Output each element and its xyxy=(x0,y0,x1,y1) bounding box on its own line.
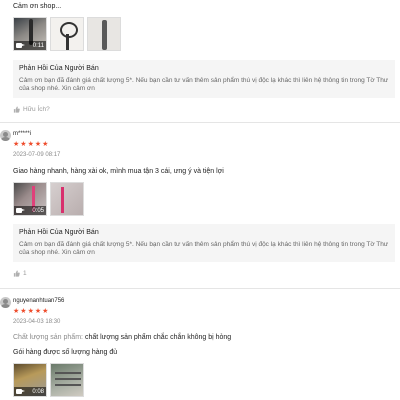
star-icon: ★ xyxy=(34,141,42,148)
review-attribute: Chất lượng sản phẩm: chất lượng sản phẩm… xyxy=(13,334,231,341)
thumbs-up-icon xyxy=(13,106,20,113)
seller-reply-title: Phản Hồi Của Người Bán xyxy=(19,229,99,236)
seller-reply: Phản Hồi Của Người Bán Cảm ơn bạn đã đán… xyxy=(13,60,395,98)
video-duration: 0:05 xyxy=(32,208,44,214)
review-comment: Gói hàng được số lượng hàng đủ xyxy=(13,349,118,356)
star-icon: ★ xyxy=(42,141,49,148)
star-icon: ★ xyxy=(13,141,20,148)
avatar[interactable] xyxy=(0,130,11,141)
review-image-thumbnail[interactable] xyxy=(50,363,84,397)
seller-reply: Phản Hồi Của Người Bán Cảm ơn bạn đã đán… xyxy=(13,224,395,262)
review-media-row: 0:08 xyxy=(13,363,84,397)
rating-stars: ★ ★ ★ ★ ★ xyxy=(13,141,48,148)
review-item: Cảm ơn shop... 0:11 Phản Hồi Của Người B… xyxy=(0,0,400,118)
review-timestamp: 2023-04-03 18:30 xyxy=(13,319,61,325)
review-divider xyxy=(0,122,400,123)
helpful-button[interactable]: Hữu Ích? xyxy=(13,106,50,113)
review-video-thumbnail[interactable]: 0:05 xyxy=(13,182,47,216)
review-item: m*****i ★ ★ ★ ★ ★ 2023-07-09 08:17 Giao … xyxy=(0,126,400,281)
star-icon: ★ xyxy=(20,308,27,315)
seller-reply-text: Cảm ơn bạn đã đánh giá chất lượng 5*. Nế… xyxy=(19,241,389,256)
avatar[interactable] xyxy=(0,297,11,308)
rating-stars: ★ ★ ★ ★ ★ xyxy=(13,308,48,315)
star-icon: ★ xyxy=(27,308,34,315)
review-username: m*****i xyxy=(13,131,32,137)
seller-reply-title: Phản Hồi Của Người Bán xyxy=(19,65,99,72)
review-comment: Cảm ơn shop... xyxy=(13,3,62,10)
review-username: nguyenanhtuan756 xyxy=(13,298,65,304)
attribute-value: chất lượng sản phẩm chắc chắn không bị h… xyxy=(84,334,232,341)
video-camera-icon xyxy=(16,389,25,394)
video-duration: 0:08 xyxy=(32,389,44,395)
review-image-thumbnail[interactable] xyxy=(50,17,84,51)
review-video-thumbnail[interactable]: 0:08 xyxy=(13,363,47,397)
review-image-thumbnail[interactable] xyxy=(87,17,121,51)
helpful-label: Hữu Ích? xyxy=(23,106,50,113)
video-duration: 0:11 xyxy=(32,43,44,49)
star-icon: ★ xyxy=(20,141,27,148)
helpful-button[interactable]: 1 xyxy=(13,270,27,277)
seller-reply-text: Cảm ơn bạn đã đánh giá chất lượng 5*. Nế… xyxy=(19,77,389,92)
review-media-row: 0:11 xyxy=(13,17,121,51)
helpful-count: 1 xyxy=(23,270,27,277)
review-divider xyxy=(0,288,400,289)
review-media-row: 0:05 xyxy=(13,182,84,216)
review-item: nguyenanhtuan756 ★ ★ ★ ★ ★ 2023-04-03 18… xyxy=(0,292,400,400)
review-video-thumbnail[interactable]: 0:11 xyxy=(13,17,47,51)
thumbs-up-icon xyxy=(13,270,20,277)
star-icon: ★ xyxy=(42,308,49,315)
review-timestamp: 2023-07-09 08:17 xyxy=(13,152,61,158)
review-image-thumbnail[interactable] xyxy=(50,182,84,216)
star-icon: ★ xyxy=(13,308,20,315)
video-camera-icon xyxy=(16,43,25,48)
star-icon: ★ xyxy=(34,308,42,315)
video-camera-icon xyxy=(16,208,25,213)
attribute-label: Chất lượng sản phẩm: xyxy=(13,334,83,341)
review-comment: Giao hàng nhanh, hàng xài ok, mình mua t… xyxy=(13,168,224,175)
star-icon: ★ xyxy=(27,141,34,148)
